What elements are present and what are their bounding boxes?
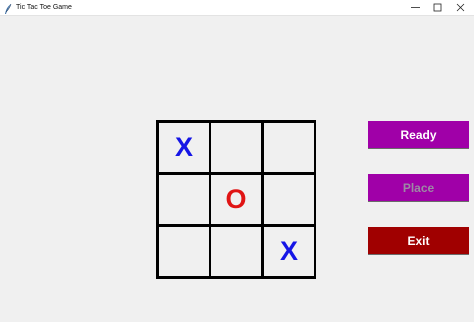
game-board: X O X <box>156 120 316 279</box>
board-cell-r1c2[interactable] <box>211 123 261 172</box>
board-cell-r3c2[interactable] <box>211 227 261 276</box>
board-cell-r1c1[interactable]: X <box>159 123 209 172</box>
board-cell-r2c2[interactable]: O <box>211 175 261 224</box>
close-button[interactable] <box>449 0 471 15</box>
ready-button[interactable]: Ready <box>368 121 469 148</box>
minimize-button[interactable] <box>404 0 426 15</box>
maximize-button[interactable] <box>426 0 448 15</box>
board-cell-r3c1[interactable] <box>159 227 209 276</box>
minimize-icon <box>410 0 420 17</box>
title-bar: Tic Tac Toe Game <box>0 0 474 16</box>
feather-icon <box>3 2 13 14</box>
board-cell-r2c1[interactable] <box>159 175 209 224</box>
window-title: Tic Tac Toe Game <box>16 4 72 11</box>
board-cell-r3c3[interactable]: X <box>264 227 314 276</box>
board-cell-r1c3[interactable] <box>264 123 314 172</box>
close-icon <box>456 0 465 17</box>
board-cell-r2c3[interactable] <box>264 175 314 224</box>
place-button[interactable]: Place <box>368 174 469 201</box>
exit-button[interactable]: Exit <box>368 227 469 254</box>
maximize-icon <box>433 0 442 17</box>
